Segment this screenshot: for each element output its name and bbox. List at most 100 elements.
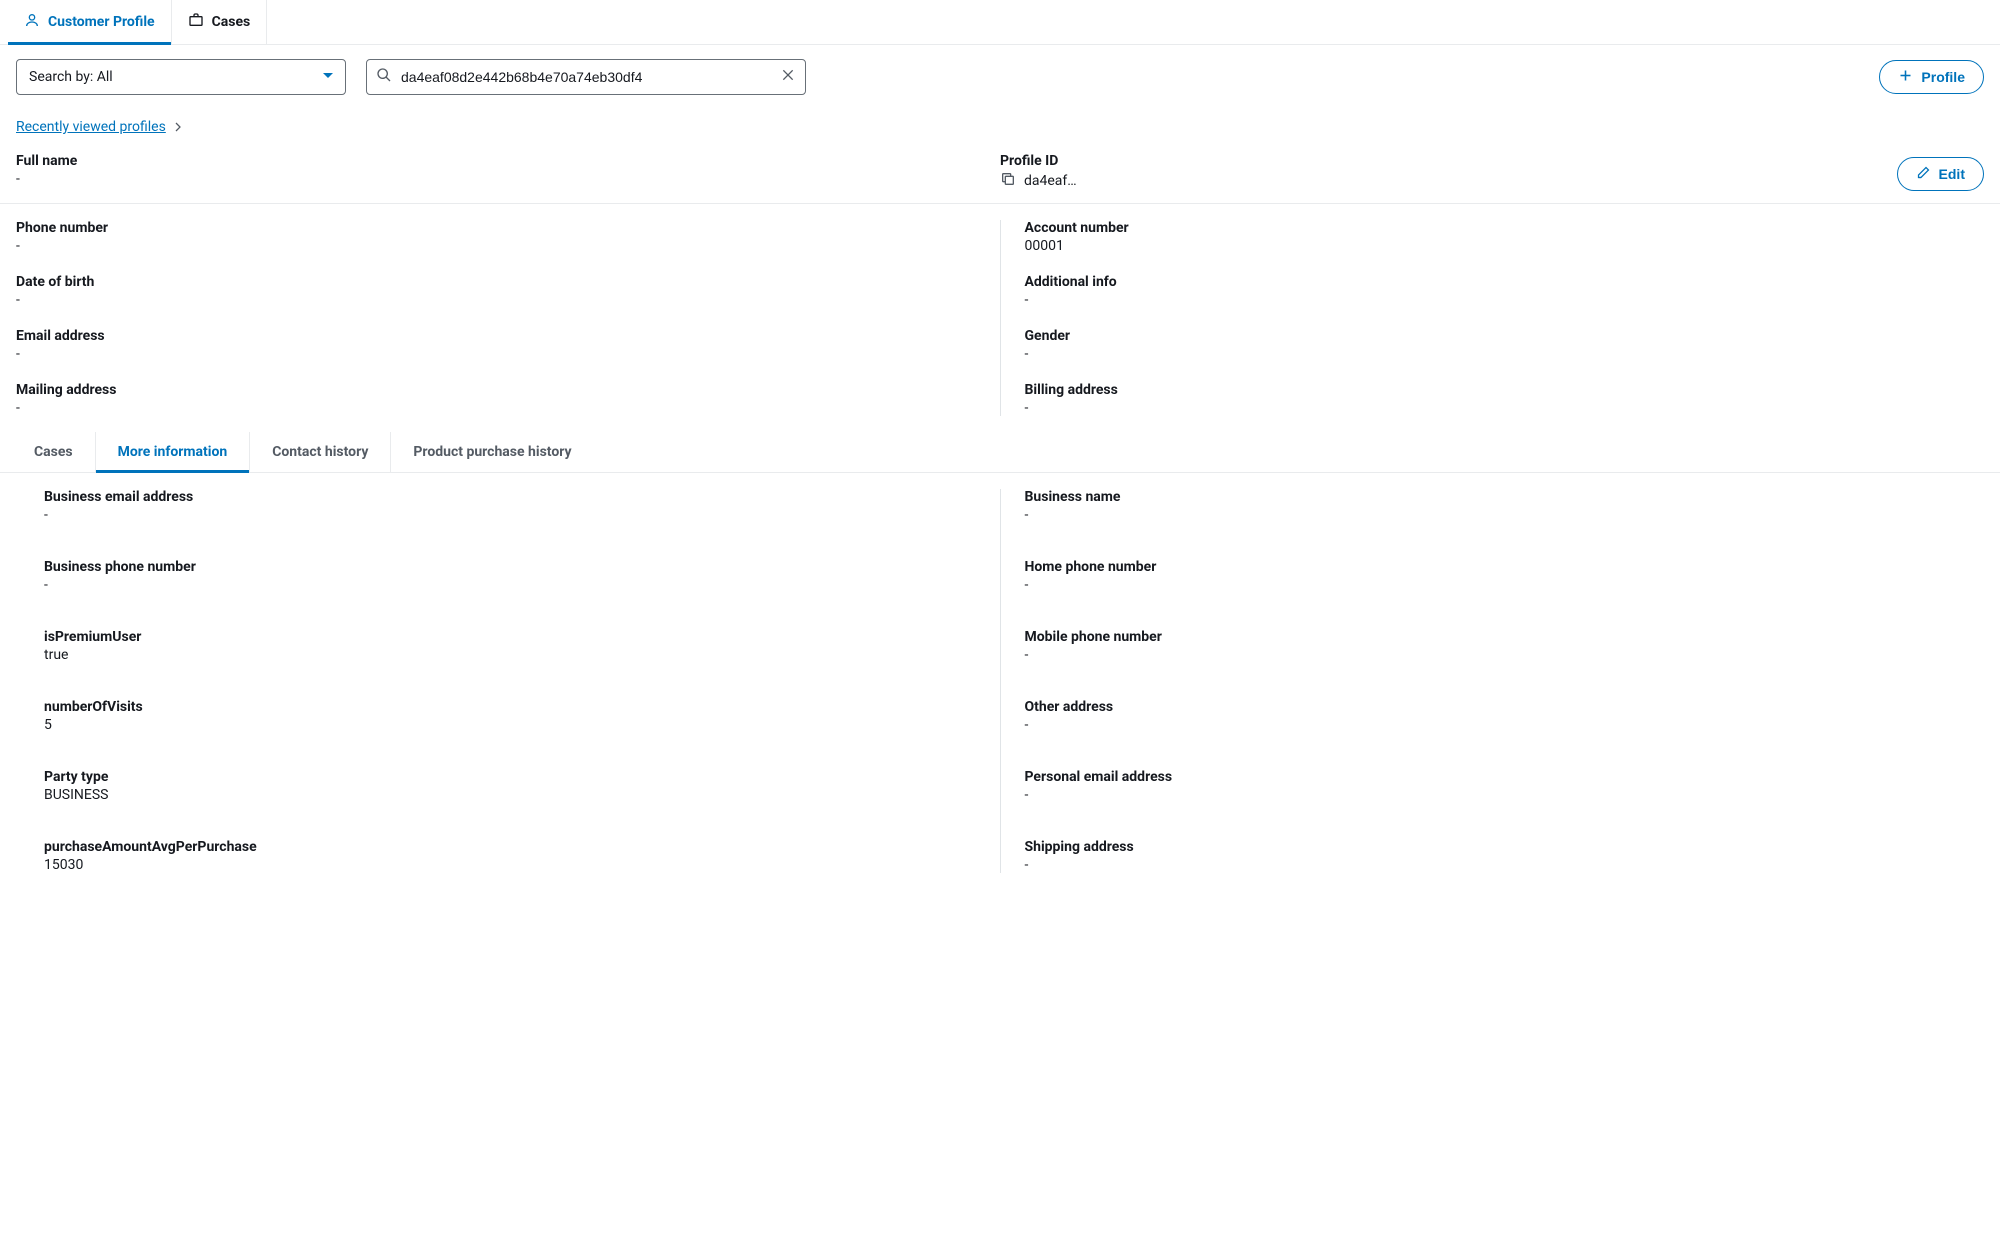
detail-right-field-0: Account number 00001 [1025, 220, 1985, 254]
moreinfo-left-value-4: BUSINESS [44, 787, 976, 803]
moreinfo-left-label-0: Business email address [44, 489, 976, 505]
moreinfo-right-value-4: - [1025, 787, 1957, 803]
tab-customer-profile-label: Customer Profile [48, 14, 155, 30]
moreinfo-right-field-1: Home phone number - [1025, 559, 1957, 593]
toolbar: Search by: All Profile [0, 45, 2000, 109]
more-info-col-right: Business name-Home phone number-Mobile p… [1000, 489, 1957, 873]
details-grid: Phone number-Date of birth-Email address… [0, 204, 2000, 432]
more-info-col-left: Business email address-Business phone nu… [44, 489, 1000, 873]
subtab-more-info[interactable]: More information [96, 432, 251, 472]
moreinfo-right-value-3: - [1025, 717, 1957, 733]
chevron-right-icon [172, 121, 184, 133]
recently-viewed-label: Recently viewed profiles [16, 119, 166, 135]
moreinfo-right-label-4: Personal email address [1025, 769, 1957, 785]
moreinfo-left-label-1: Business phone number [44, 559, 976, 575]
detail-left-field-3: Mailing address - [16, 382, 976, 416]
copy-icon[interactable] [1000, 171, 1016, 191]
detail-right-label-2: Gender [1025, 328, 1985, 344]
moreinfo-left-value-0: - [44, 507, 976, 523]
tab-cases-label: Cases [212, 14, 251, 30]
search-by-select[interactable]: Search by: All [16, 59, 346, 95]
profile-id-label: Profile ID [1000, 153, 1897, 169]
moreinfo-right-label-3: Other address [1025, 699, 1957, 715]
search-icon [376, 67, 392, 87]
moreinfo-right-value-2: - [1025, 647, 1957, 663]
moreinfo-left-field-2: isPremiumUser true [44, 629, 976, 663]
search-by-display: Search by: All [16, 59, 346, 95]
moreinfo-left-value-3: 5 [44, 717, 976, 733]
tab-customer-profile[interactable]: Customer Profile [8, 0, 172, 44]
profile-header: Full name - Profile ID da4eaf… Edit [0, 149, 2000, 204]
detail-left-field-1: Date of birth - [16, 274, 976, 308]
moreinfo-right-field-4: Personal email address - [1025, 769, 1957, 803]
moreinfo-left-field-3: numberOfVisits 5 [44, 699, 976, 733]
detail-right-value-2: - [1025, 346, 1985, 362]
detail-right-value-0: 00001 [1025, 238, 1985, 254]
detail-right-value-1: - [1025, 292, 1985, 308]
detail-right-label-1: Additional info [1025, 274, 1985, 290]
detail-left-label-2: Email address [16, 328, 976, 344]
moreinfo-left-value-2: true [44, 647, 976, 663]
moreinfo-right-value-0: - [1025, 507, 1957, 523]
detail-left-label-3: Mailing address [16, 382, 976, 398]
moreinfo-left-label-4: Party type [44, 769, 976, 785]
detail-right-label-3: Billing address [1025, 382, 1985, 398]
moreinfo-right-label-1: Home phone number [1025, 559, 1957, 575]
field-profile-id: Profile ID da4eaf… [1000, 153, 1897, 191]
moreinfo-left-field-1: Business phone number - [44, 559, 976, 593]
detail-left-label-1: Date of birth [16, 274, 976, 290]
moreinfo-left-label-2: isPremiumUser [44, 629, 976, 645]
moreinfo-left-field-4: Party type BUSINESS [44, 769, 976, 803]
profile-id-value: da4eaf… [1024, 173, 1077, 189]
more-info-panel: Business email address-Business phone nu… [0, 473, 2000, 889]
detail-left-field-2: Email address - [16, 328, 976, 362]
detail-right-field-3: Billing address - [1025, 382, 1985, 416]
subtab-purchase-history[interactable]: Product purchase history [391, 432, 593, 472]
detail-right-value-3: - [1025, 400, 1985, 416]
top-tabs: Customer Profile Cases [0, 0, 2000, 45]
moreinfo-right-label-0: Business name [1025, 489, 1957, 505]
detail-left-field-0: Phone number - [16, 220, 976, 254]
moreinfo-right-label-5: Shipping address [1025, 839, 1957, 855]
details-col-right: Account number00001Additional info-Gende… [1000, 220, 1985, 416]
detail-right-field-1: Additional info - [1025, 274, 1985, 308]
user-icon [24, 12, 40, 32]
subtab-cases[interactable]: Cases [12, 432, 96, 472]
moreinfo-left-label-5: purchaseAmountAvgPerPurchase [44, 839, 976, 855]
detail-right-field-2: Gender - [1025, 328, 1985, 362]
moreinfo-right-field-5: Shipping address - [1025, 839, 1957, 873]
detail-left-value-1: - [16, 292, 976, 308]
moreinfo-left-value-1: - [44, 577, 976, 593]
moreinfo-right-value-1: - [1025, 577, 1957, 593]
moreinfo-left-value-5: 15030 [44, 857, 976, 873]
details-col-left: Phone number-Date of birth-Email address… [16, 220, 1000, 416]
moreinfo-left-label-3: numberOfVisits [44, 699, 976, 715]
moreinfo-left-field-5: purchaseAmountAvgPerPurchase 15030 [44, 839, 976, 873]
add-profile-label: Profile [1921, 69, 1965, 85]
plus-icon [1898, 68, 1913, 86]
moreinfo-right-value-5: - [1025, 857, 1957, 873]
detail-right-label-0: Account number [1025, 220, 1985, 236]
detail-left-value-2: - [16, 346, 976, 362]
detail-left-label-0: Phone number [16, 220, 976, 236]
tab-cases[interactable]: Cases [172, 0, 268, 44]
briefcase-icon [188, 12, 204, 32]
add-profile-button[interactable]: Profile [1879, 60, 1984, 94]
edit-button-label: Edit [1939, 166, 1965, 182]
search-input[interactable] [366, 59, 806, 95]
full-name-value: - [16, 171, 1000, 187]
moreinfo-right-field-0: Business name - [1025, 489, 1957, 523]
edit-icon [1916, 165, 1931, 183]
subtab-contact-history[interactable]: Contact history [250, 432, 391, 472]
detail-left-value-0: - [16, 238, 976, 254]
clear-icon[interactable] [780, 67, 796, 87]
search-input-wrap [366, 59, 806, 95]
field-full-name: Full name - [16, 153, 1000, 187]
edit-button[interactable]: Edit [1897, 157, 1984, 191]
recently-viewed-link[interactable]: Recently viewed profiles [0, 109, 200, 149]
full-name-label: Full name [16, 153, 1000, 169]
moreinfo-right-field-2: Mobile phone number- [1025, 629, 1957, 663]
moreinfo-right-field-3: Other address - [1025, 699, 1957, 733]
detail-left-value-3: - [16, 400, 976, 416]
sub-tabs: Cases More information Contact history P… [0, 432, 2000, 473]
